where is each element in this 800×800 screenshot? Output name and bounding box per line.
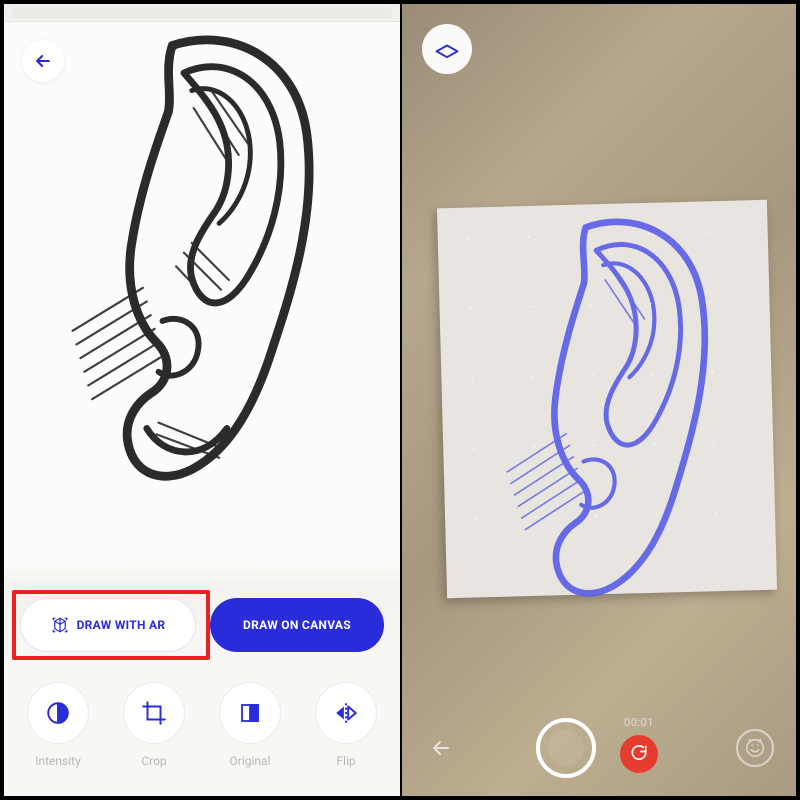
editor-pane: DRAW WITH AR DRAW ON CANVAS Intensity xyxy=(4,4,402,796)
ar-center-controls: 00:01 xyxy=(536,718,658,778)
draw-on-canvas-button[interactable]: DRAW ON CANVAS xyxy=(210,598,384,652)
arrow-left-icon xyxy=(429,736,453,760)
record-button[interactable] xyxy=(620,735,658,773)
ar-camera-pane: 00:01 xyxy=(402,4,796,796)
tool-original-label: Original xyxy=(230,754,271,768)
ar-cube-icon xyxy=(51,616,69,634)
ar-bottom-bar: 00:01 xyxy=(402,718,796,778)
surface-toggle-button[interactable] xyxy=(422,24,472,74)
paper-surface xyxy=(437,200,777,599)
tool-row: Intensity Crop Original xyxy=(4,674,400,796)
tool-flip[interactable]: Flip xyxy=(306,682,386,768)
record-timer: 00:01 xyxy=(624,716,654,729)
ear-sketch-overlay xyxy=(445,208,785,607)
ar-back-button[interactable] xyxy=(424,731,458,765)
crop-icon xyxy=(123,682,185,744)
surface-plane-icon xyxy=(433,35,461,63)
record-arrow-icon xyxy=(629,744,649,764)
flip-icon xyxy=(315,682,377,744)
draw-with-ar-label: DRAW WITH AR xyxy=(77,618,166,632)
draw-on-canvas-label: DRAW ON CANVAS xyxy=(243,618,351,632)
record-control: 00:01 xyxy=(620,716,658,773)
action-button-row: DRAW WITH AR DRAW ON CANVAS xyxy=(4,584,400,674)
sketch-preview xyxy=(4,22,400,584)
ar-viewport[interactable]: 00:01 xyxy=(402,4,796,796)
tool-intensity-label: Intensity xyxy=(35,754,81,768)
tool-flip-label: Flip xyxy=(336,754,355,768)
draw-with-ar-button[interactable]: DRAW WITH AR xyxy=(20,598,196,652)
tool-crop-label: Crop xyxy=(141,754,166,768)
app-split-view: DRAW WITH AR DRAW ON CANVAS Intensity xyxy=(0,0,800,800)
shutter-button[interactable] xyxy=(536,718,596,778)
tool-original[interactable]: Original xyxy=(210,682,290,768)
face-filter-button[interactable] xyxy=(736,729,774,767)
sketch-canvas xyxy=(4,22,400,584)
half-circle-icon xyxy=(27,682,89,744)
tool-crop[interactable]: Crop xyxy=(114,682,194,768)
half-rect-icon xyxy=(219,682,281,744)
tool-intensity[interactable]: Intensity xyxy=(18,682,98,768)
ear-sketch-black xyxy=(55,28,348,487)
face-filter-icon xyxy=(744,737,766,759)
card-stack-hint xyxy=(4,4,400,22)
